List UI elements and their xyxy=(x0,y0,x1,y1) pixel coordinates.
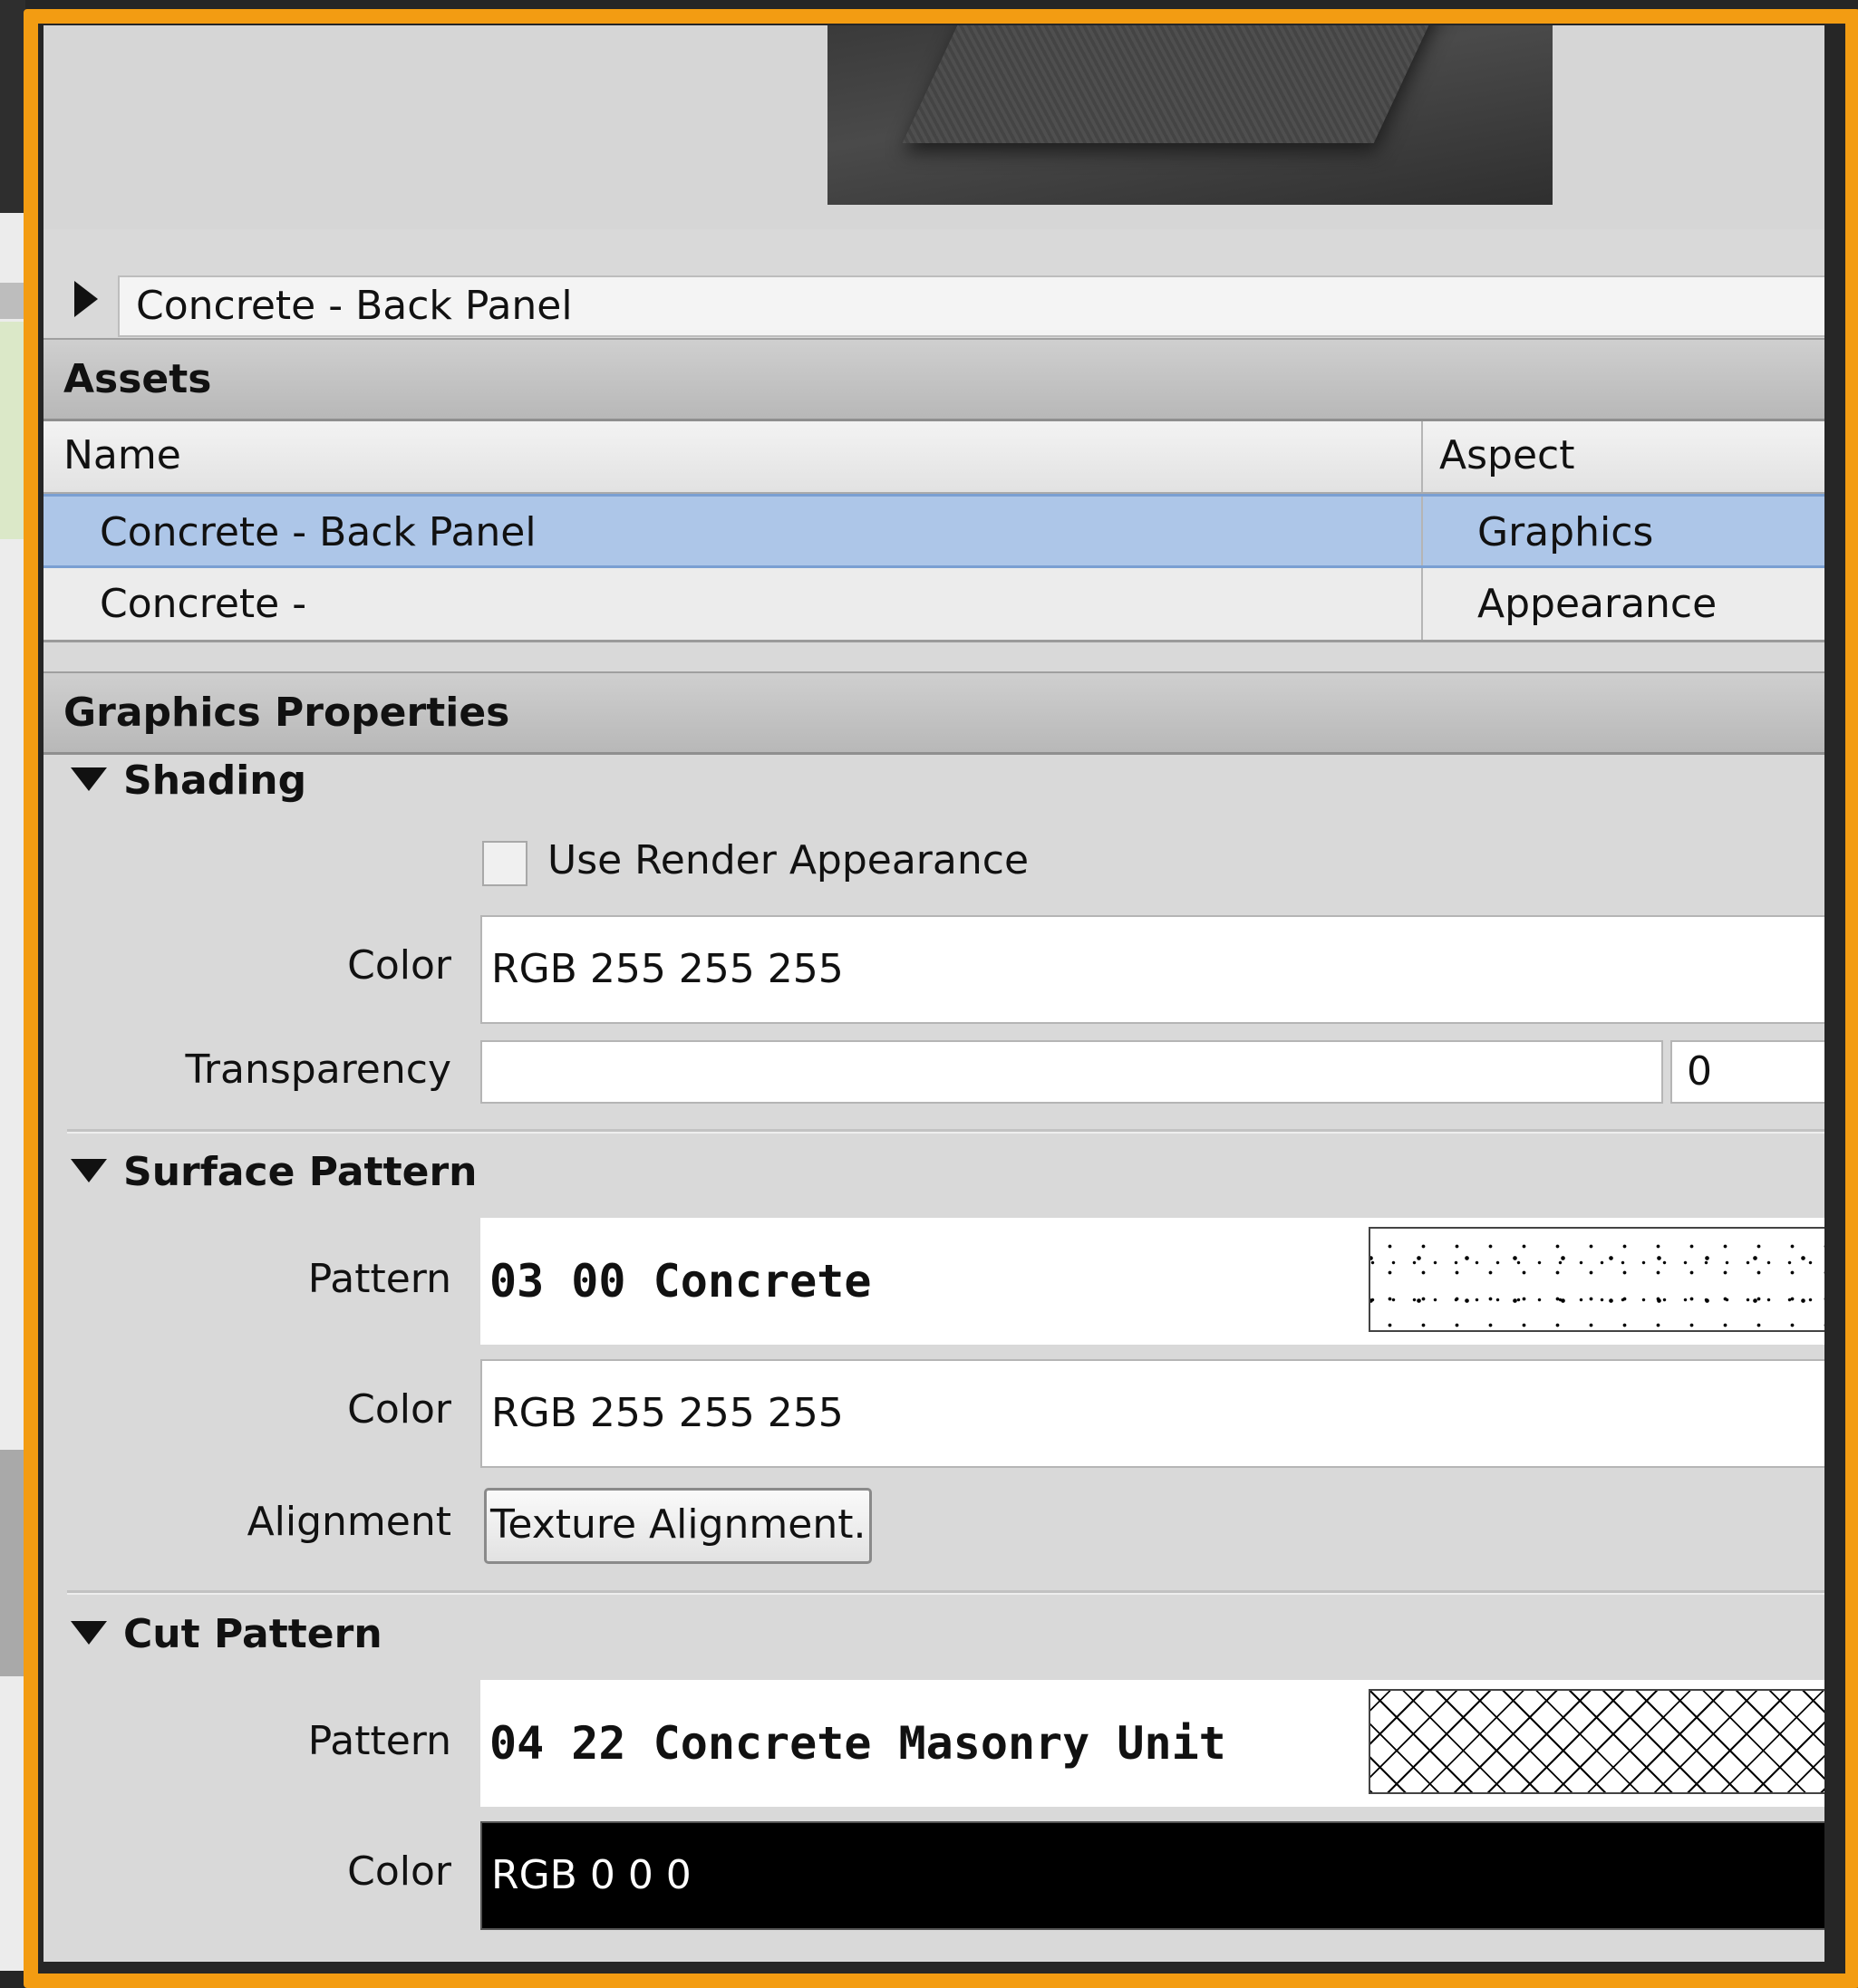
asset-name: Concrete - Back Panel xyxy=(100,509,537,555)
use-render-appearance-checkbox[interactable] xyxy=(482,841,527,886)
material-preview-image xyxy=(827,25,1553,205)
shading-color-label: Color xyxy=(347,942,451,989)
surface-pattern-name: 03 00 Concrete xyxy=(489,1255,872,1308)
cut-pattern-group-toggle[interactable]: Cut Pattern xyxy=(71,1611,382,1657)
table-row[interactable]: Concrete - Appearance xyxy=(44,568,1824,642)
assets-section-header: Assets xyxy=(44,338,1824,421)
assets-table: Name Aspect Concrete - Back Panel Graphi… xyxy=(44,421,1824,642)
cut-color-field[interactable]: RGB 0 0 0 xyxy=(480,1821,1824,1930)
table-row[interactable]: Concrete - Back Panel Graphics xyxy=(44,494,1824,568)
surface-pattern-field[interactable]: 03 00 Concrete xyxy=(480,1218,1824,1345)
surface-pattern-group-toggle[interactable]: Surface Pattern xyxy=(71,1149,477,1195)
material-name-field[interactable]: Concrete - Back Panel xyxy=(118,275,1824,337)
asset-aspect: Graphics xyxy=(1477,509,1654,555)
surface-color-label: Color xyxy=(347,1386,451,1433)
column-separator xyxy=(1421,568,1423,640)
material-browser-panel: Concrete - Back Panel Assets Name Aspect… xyxy=(44,25,1824,1962)
column-header-aspect[interactable]: Aspect xyxy=(1439,421,1574,490)
transparency-label: Transparency xyxy=(185,1047,451,1093)
background-app-strip xyxy=(0,0,25,1971)
surface-pattern-title: Surface Pattern xyxy=(123,1149,478,1195)
shading-color-field[interactable]: RGB 255 255 255 xyxy=(480,915,1824,1024)
collapse-triangle-icon xyxy=(71,1159,107,1182)
background-green-panel xyxy=(0,322,25,539)
cut-pattern-title: Cut Pattern xyxy=(123,1611,382,1657)
surface-color-field[interactable]: RGB 255 255 255 xyxy=(480,1359,1824,1468)
preview-concrete-block xyxy=(902,25,1442,143)
expand-arrow-icon[interactable] xyxy=(74,281,98,317)
cut-pattern-name: 04 22 Concrete Masonry Unit xyxy=(489,1717,1226,1770)
transparency-slider[interactable] xyxy=(480,1040,1663,1104)
cut-pattern-label: Pattern xyxy=(307,1718,451,1764)
column-header-name[interactable]: Name xyxy=(63,421,181,490)
material-name-row: Concrete - Back Panel xyxy=(44,252,1824,352)
material-preview-area xyxy=(44,25,1824,229)
surface-pattern-swatch xyxy=(1369,1227,1824,1332)
column-separator[interactable] xyxy=(1421,421,1423,492)
use-render-appearance-label: Use Render Appearance xyxy=(547,837,1030,883)
shading-title: Shading xyxy=(123,758,307,804)
cut-pattern-field[interactable]: 04 22 Concrete Masonry Unit xyxy=(480,1680,1824,1807)
collapse-triangle-icon xyxy=(71,1621,107,1645)
column-separator xyxy=(1421,497,1423,565)
cut-pattern-swatch xyxy=(1369,1689,1824,1794)
background-model-view xyxy=(0,1450,25,1676)
alignment-label: Alignment xyxy=(247,1499,451,1545)
graphics-properties-header: Graphics Properties xyxy=(44,671,1824,755)
background-toolbar xyxy=(0,0,25,213)
cut-color-label: Color xyxy=(347,1848,451,1895)
background-tab xyxy=(0,283,25,319)
group-divider xyxy=(67,1129,1824,1134)
transparency-value-field[interactable]: 0 xyxy=(1670,1040,1824,1104)
surface-pattern-label: Pattern xyxy=(307,1256,451,1302)
texture-alignment-button[interactable]: Texture Alignment... xyxy=(484,1488,872,1564)
group-divider xyxy=(67,1590,1824,1595)
asset-aspect: Appearance xyxy=(1477,581,1718,627)
collapse-triangle-icon xyxy=(71,767,107,791)
shading-group-toggle[interactable]: Shading xyxy=(71,758,306,804)
assets-table-header: Name Aspect xyxy=(44,421,1824,494)
asset-name: Concrete - xyxy=(100,581,307,627)
